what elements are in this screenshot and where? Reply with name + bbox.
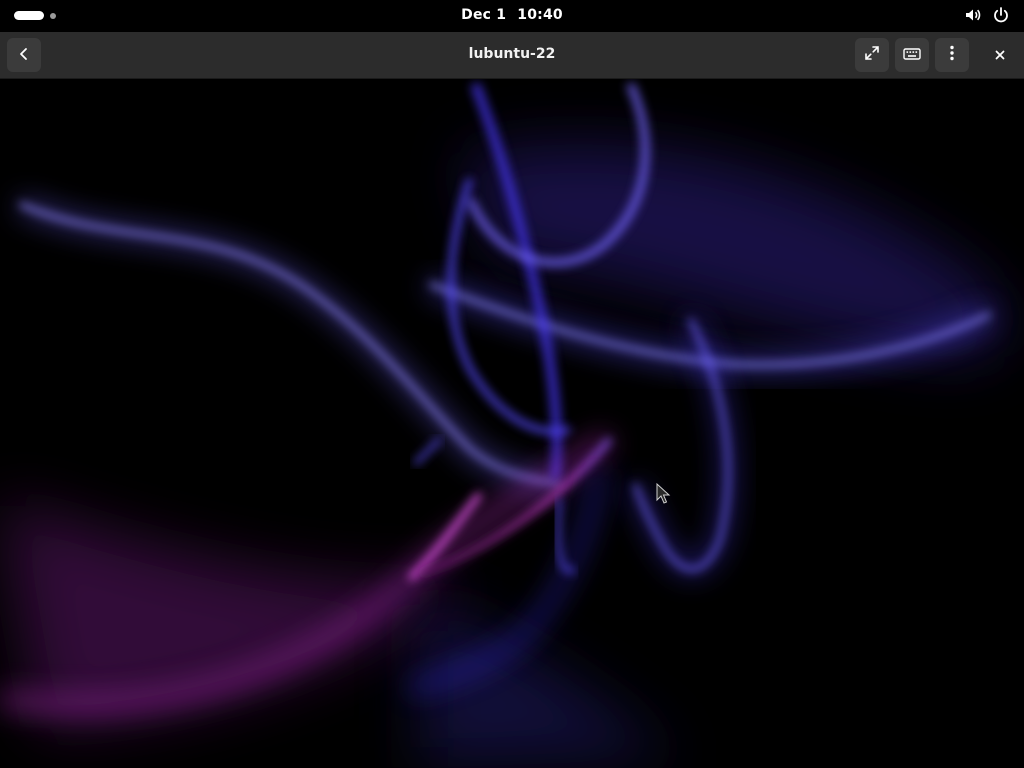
remote-desktop-view[interactable] <box>0 79 1024 768</box>
wallpaper-image <box>0 79 1024 768</box>
menu-button[interactable] <box>935 38 969 72</box>
close-icon <box>994 46 1006 65</box>
date-label: Dec 1 <box>461 7 507 23</box>
window-headerbar: lubuntu-22 <box>0 32 1024 79</box>
fullscreen-icon <box>864 45 880 65</box>
more-vertical-icon <box>949 45 955 65</box>
fullscreen-button[interactable] <box>855 38 889 72</box>
close-button[interactable] <box>983 38 1017 72</box>
keyboard-icon <box>903 46 921 65</box>
system-tray[interactable] <box>964 6 1010 24</box>
time-label: 10:40 <box>517 7 563 23</box>
keyboard-button[interactable] <box>895 38 929 72</box>
date-time-display[interactable]: Dec 1 10:40 <box>0 7 1024 23</box>
power-icon <box>992 6 1010 24</box>
top-bar: Dec 1 10:40 <box>0 0 1024 32</box>
speaker-icon <box>964 6 982 24</box>
